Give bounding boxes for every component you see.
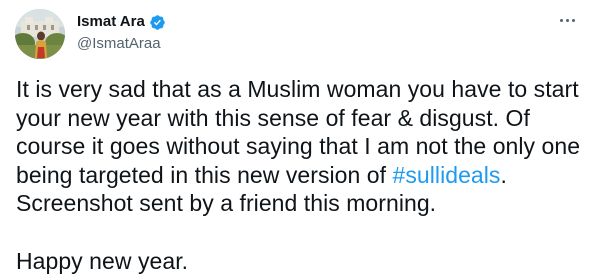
more-dot [565,18,569,22]
avatar-image [15,9,65,59]
avatar[interactable] [15,9,65,59]
more-dot [559,18,563,22]
tweet-text: It is very sad that as a Muslim woman yo… [16,75,596,275]
author-name-row[interactable]: Ismat Ara [77,13,166,31]
more-dot [571,18,575,22]
tweet: Ismat Ara @IsmatAraa It is very sad that… [0,0,600,274]
more-horizontal-icon[interactable] [556,10,578,30]
verified-badge-icon [150,14,165,30]
hashtag-link[interactable]: #sullideals [393,162,501,188]
display-name[interactable]: Ismat Ara [77,13,145,31]
author-handle[interactable]: @IsmatAraa [77,35,161,53]
